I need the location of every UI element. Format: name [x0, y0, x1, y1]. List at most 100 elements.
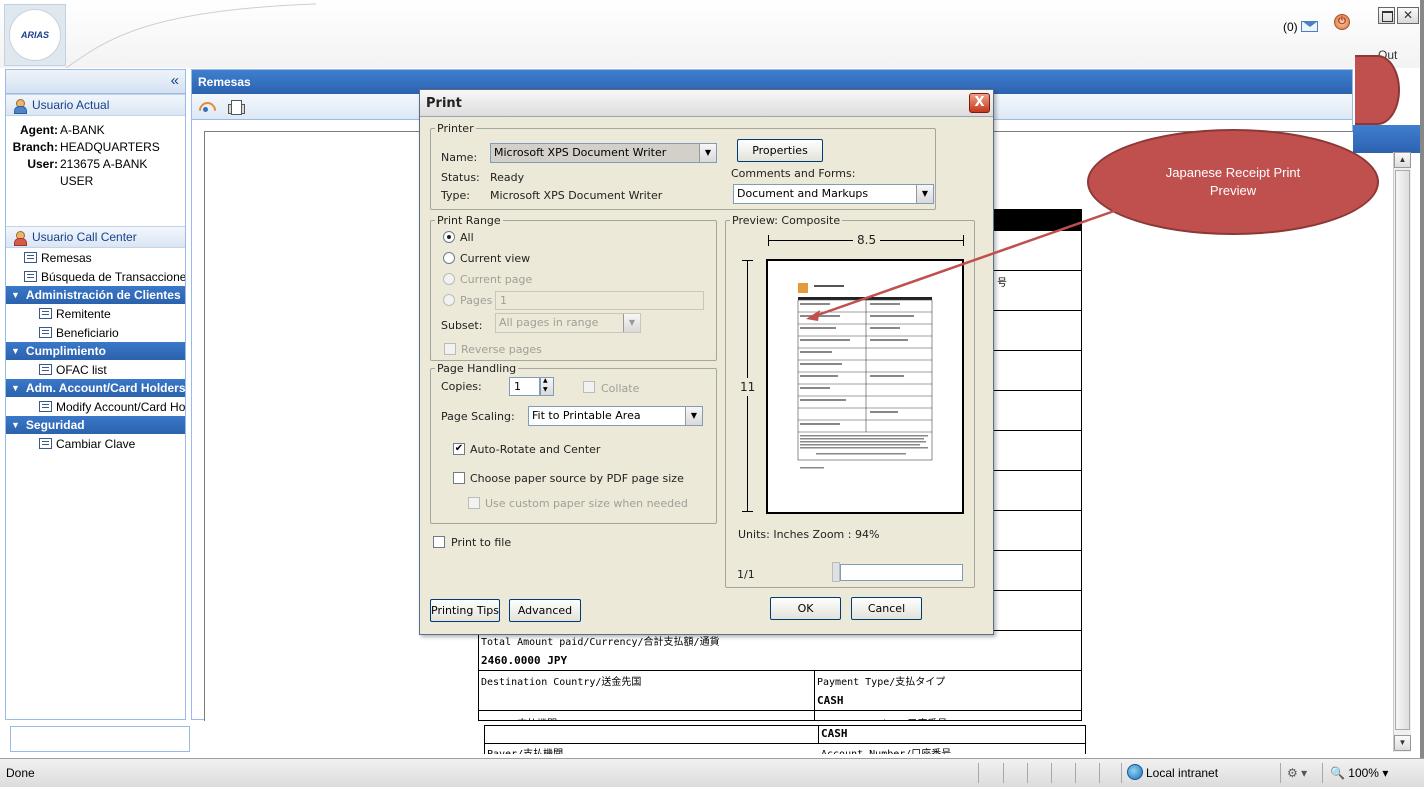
- nav-item-label: OFAC list: [56, 362, 107, 377]
- collate-label: Collate: [601, 382, 640, 395]
- paper-source-checkbox[interactable]: [453, 472, 465, 484]
- destination-label: Destination Country/送金先国: [481, 677, 642, 688]
- nav-item-modify-account[interactable]: Modify Account/Card Holders: [6, 397, 185, 416]
- preview-page-slider[interactable]: [840, 564, 963, 581]
- callout-text: Japanese Receipt Print Preview: [1165, 165, 1301, 198]
- collate-checkbox[interactable]: [583, 381, 595, 393]
- print-dialog: Print X Printer Name: Microsoft XPS Docu…: [419, 89, 994, 635]
- document-icon: [39, 327, 52, 338]
- range-pages-radio[interactable]: [443, 294, 455, 306]
- auto-rotate-checkbox[interactable]: ✔: [453, 443, 465, 455]
- nav-item-remitente[interactable]: Remitente: [6, 304, 185, 323]
- auto-rotate-label: Auto-Rotate and Center: [470, 443, 601, 456]
- scroll-up-icon[interactable]: ▲: [1394, 152, 1411, 168]
- page-indicator: 1/1: [737, 568, 755, 581]
- height-tick-top: [742, 260, 753, 261]
- printer-name-select[interactable]: Microsoft XPS Document Writer ▼: [490, 143, 717, 163]
- range-current-page-radio[interactable]: [443, 273, 455, 285]
- custom-paper-checkbox[interactable]: [468, 497, 480, 509]
- ok-button[interactable]: OK: [770, 597, 841, 620]
- intranet-zone-icon: [1127, 764, 1143, 780]
- copies-stepper[interactable]: [540, 377, 554, 396]
- group-seguridad[interactable]: ▼ Seguridad: [6, 416, 185, 434]
- print-to-file-checkbox[interactable]: [433, 536, 445, 548]
- call-center-header: Usuario Call Center: [6, 226, 185, 248]
- branch-label: Branch:: [12, 140, 58, 154]
- document-icon: [39, 438, 52, 449]
- pages-input[interactable]: 1: [495, 291, 704, 310]
- group-cumplimiento[interactable]: ▼ Cumplimiento: [6, 342, 185, 360]
- document-icon: [24, 252, 37, 263]
- message-count[interactable]: (0): [1283, 20, 1298, 34]
- width-tick-left: [768, 235, 769, 246]
- copies-label: Copies:: [441, 380, 482, 393]
- cancel-button[interactable]: Cancel: [851, 597, 922, 620]
- subset-select[interactable]: All pages in range ▼: [495, 313, 641, 333]
- logo[interactable]: ARIAS: [4, 4, 66, 66]
- nav-item-ofac-list[interactable]: OFAC list: [6, 360, 185, 379]
- mini-document-preview: [797, 283, 933, 469]
- print-icon[interactable]: [227, 99, 245, 115]
- agent-value: A-BANK: [60, 123, 105, 137]
- group-account-card-holders[interactable]: ▼ Adm. Account/Card Holders: [6, 379, 185, 397]
- restore-icon[interactable]: [1378, 7, 1395, 24]
- printer-type-label: Type:: [441, 189, 470, 202]
- printing-tips-button[interactable]: Printing Tips: [430, 599, 500, 622]
- page-scaling-label: Page Scaling:: [441, 410, 515, 423]
- reverse-pages-checkbox[interactable]: [444, 343, 456, 355]
- range-all-radio[interactable]: [443, 231, 455, 243]
- vertical-scrollbar[interactable]: ▲ ▼: [1393, 152, 1411, 752]
- copies-input[interactable]: 1: [509, 377, 540, 396]
- close-icon[interactable]: ✕: [1397, 7, 1419, 24]
- printer-status-value: Ready: [490, 171, 525, 184]
- preview-slider-thumb[interactable]: [832, 562, 840, 582]
- current-user-title: Usuario Actual: [32, 98, 110, 112]
- app-header: ARIAS (0) ⏻ ✕: [0, 0, 1424, 68]
- printer-legend: Printer: [437, 122, 474, 135]
- scroll-thumb[interactable]: [1395, 170, 1410, 730]
- user-icon: [13, 98, 27, 114]
- custom-paper-label: Use custom paper size when needed: [485, 497, 688, 510]
- nav-item-beneficiario[interactable]: Beneficiario: [6, 323, 185, 342]
- receipt-total-row: Total Amount paid/Currency/合計支払額/通貨 2460…: [478, 631, 1082, 671]
- status-separator: [1075, 763, 1076, 783]
- collapse-triangle-icon: ▼: [11, 383, 20, 393]
- range-current-view-radio[interactable]: [443, 252, 455, 264]
- zoom-level[interactable]: 🔍 100% ▾: [1330, 766, 1388, 780]
- group-admin-clientes[interactable]: ▼ Administración de Clientes: [6, 286, 185, 304]
- total-cell: Total Amount paid/Currency/合計支払額/通貨 2460…: [479, 631, 722, 670]
- units-zoom-text: Units: Inches Zoom : 94%: [738, 528, 880, 541]
- width-tick-right: [963, 235, 964, 246]
- logout-icon[interactable]: ⏻: [1334, 14, 1350, 30]
- rss-icon[interactable]: [198, 99, 215, 115]
- scroll-down-icon[interactable]: ▼: [1394, 735, 1411, 751]
- nav-item-busqueda[interactable]: Búsqueda de Transacciones: [6, 267, 185, 286]
- security-zone-text[interactable]: Local intranet: [1146, 766, 1218, 780]
- branch-row: Branch: HEADQUARTERS: [10, 139, 181, 156]
- nav-item-label: Beneficiario: [56, 325, 119, 340]
- group-title: Administración de Clientes: [25, 288, 181, 302]
- collapse-icon[interactable]: «: [171, 72, 179, 89]
- group-title: Cumplimiento: [25, 344, 106, 358]
- protected-mode-icon[interactable]: ⚙ ▾: [1287, 766, 1307, 780]
- page-scaling-select[interactable]: Fit to Printable Area ▼: [528, 406, 703, 426]
- payment-type-cell: Payment Type/支払タイプ CASH: [815, 671, 947, 710]
- nav-item-remesas[interactable]: Remesas: [6, 248, 185, 267]
- logo-circle: ARIAS: [9, 9, 61, 61]
- call-center-title: Usuario Call Center: [32, 230, 137, 244]
- document-icon: [39, 401, 52, 412]
- mail-icon[interactable]: [1301, 21, 1318, 32]
- comments-forms-select[interactable]: Document and Markups ▼: [733, 184, 934, 204]
- nav-item-cambiar-clave[interactable]: Cambiar Clave: [6, 434, 185, 453]
- advanced-button[interactable]: Advanced: [509, 599, 581, 622]
- cell-divider: [818, 726, 819, 744]
- bottom-receipt-row-2: Payer/支払機関 Account Number/口座番号: [484, 744, 1086, 754]
- document-icon: [39, 308, 52, 319]
- properties-button[interactable]: Properties: [737, 139, 823, 162]
- group-title: Seguridad: [25, 418, 85, 432]
- comments-forms-label: Comments and Forms:: [731, 167, 856, 180]
- account-cell: Account Number/口座番号: [815, 713, 949, 720]
- dialog-close-icon[interactable]: X: [969, 93, 990, 113]
- bottom-receipt-row: CASH: [484, 726, 1086, 744]
- print-range-legend: Print Range: [437, 214, 501, 227]
